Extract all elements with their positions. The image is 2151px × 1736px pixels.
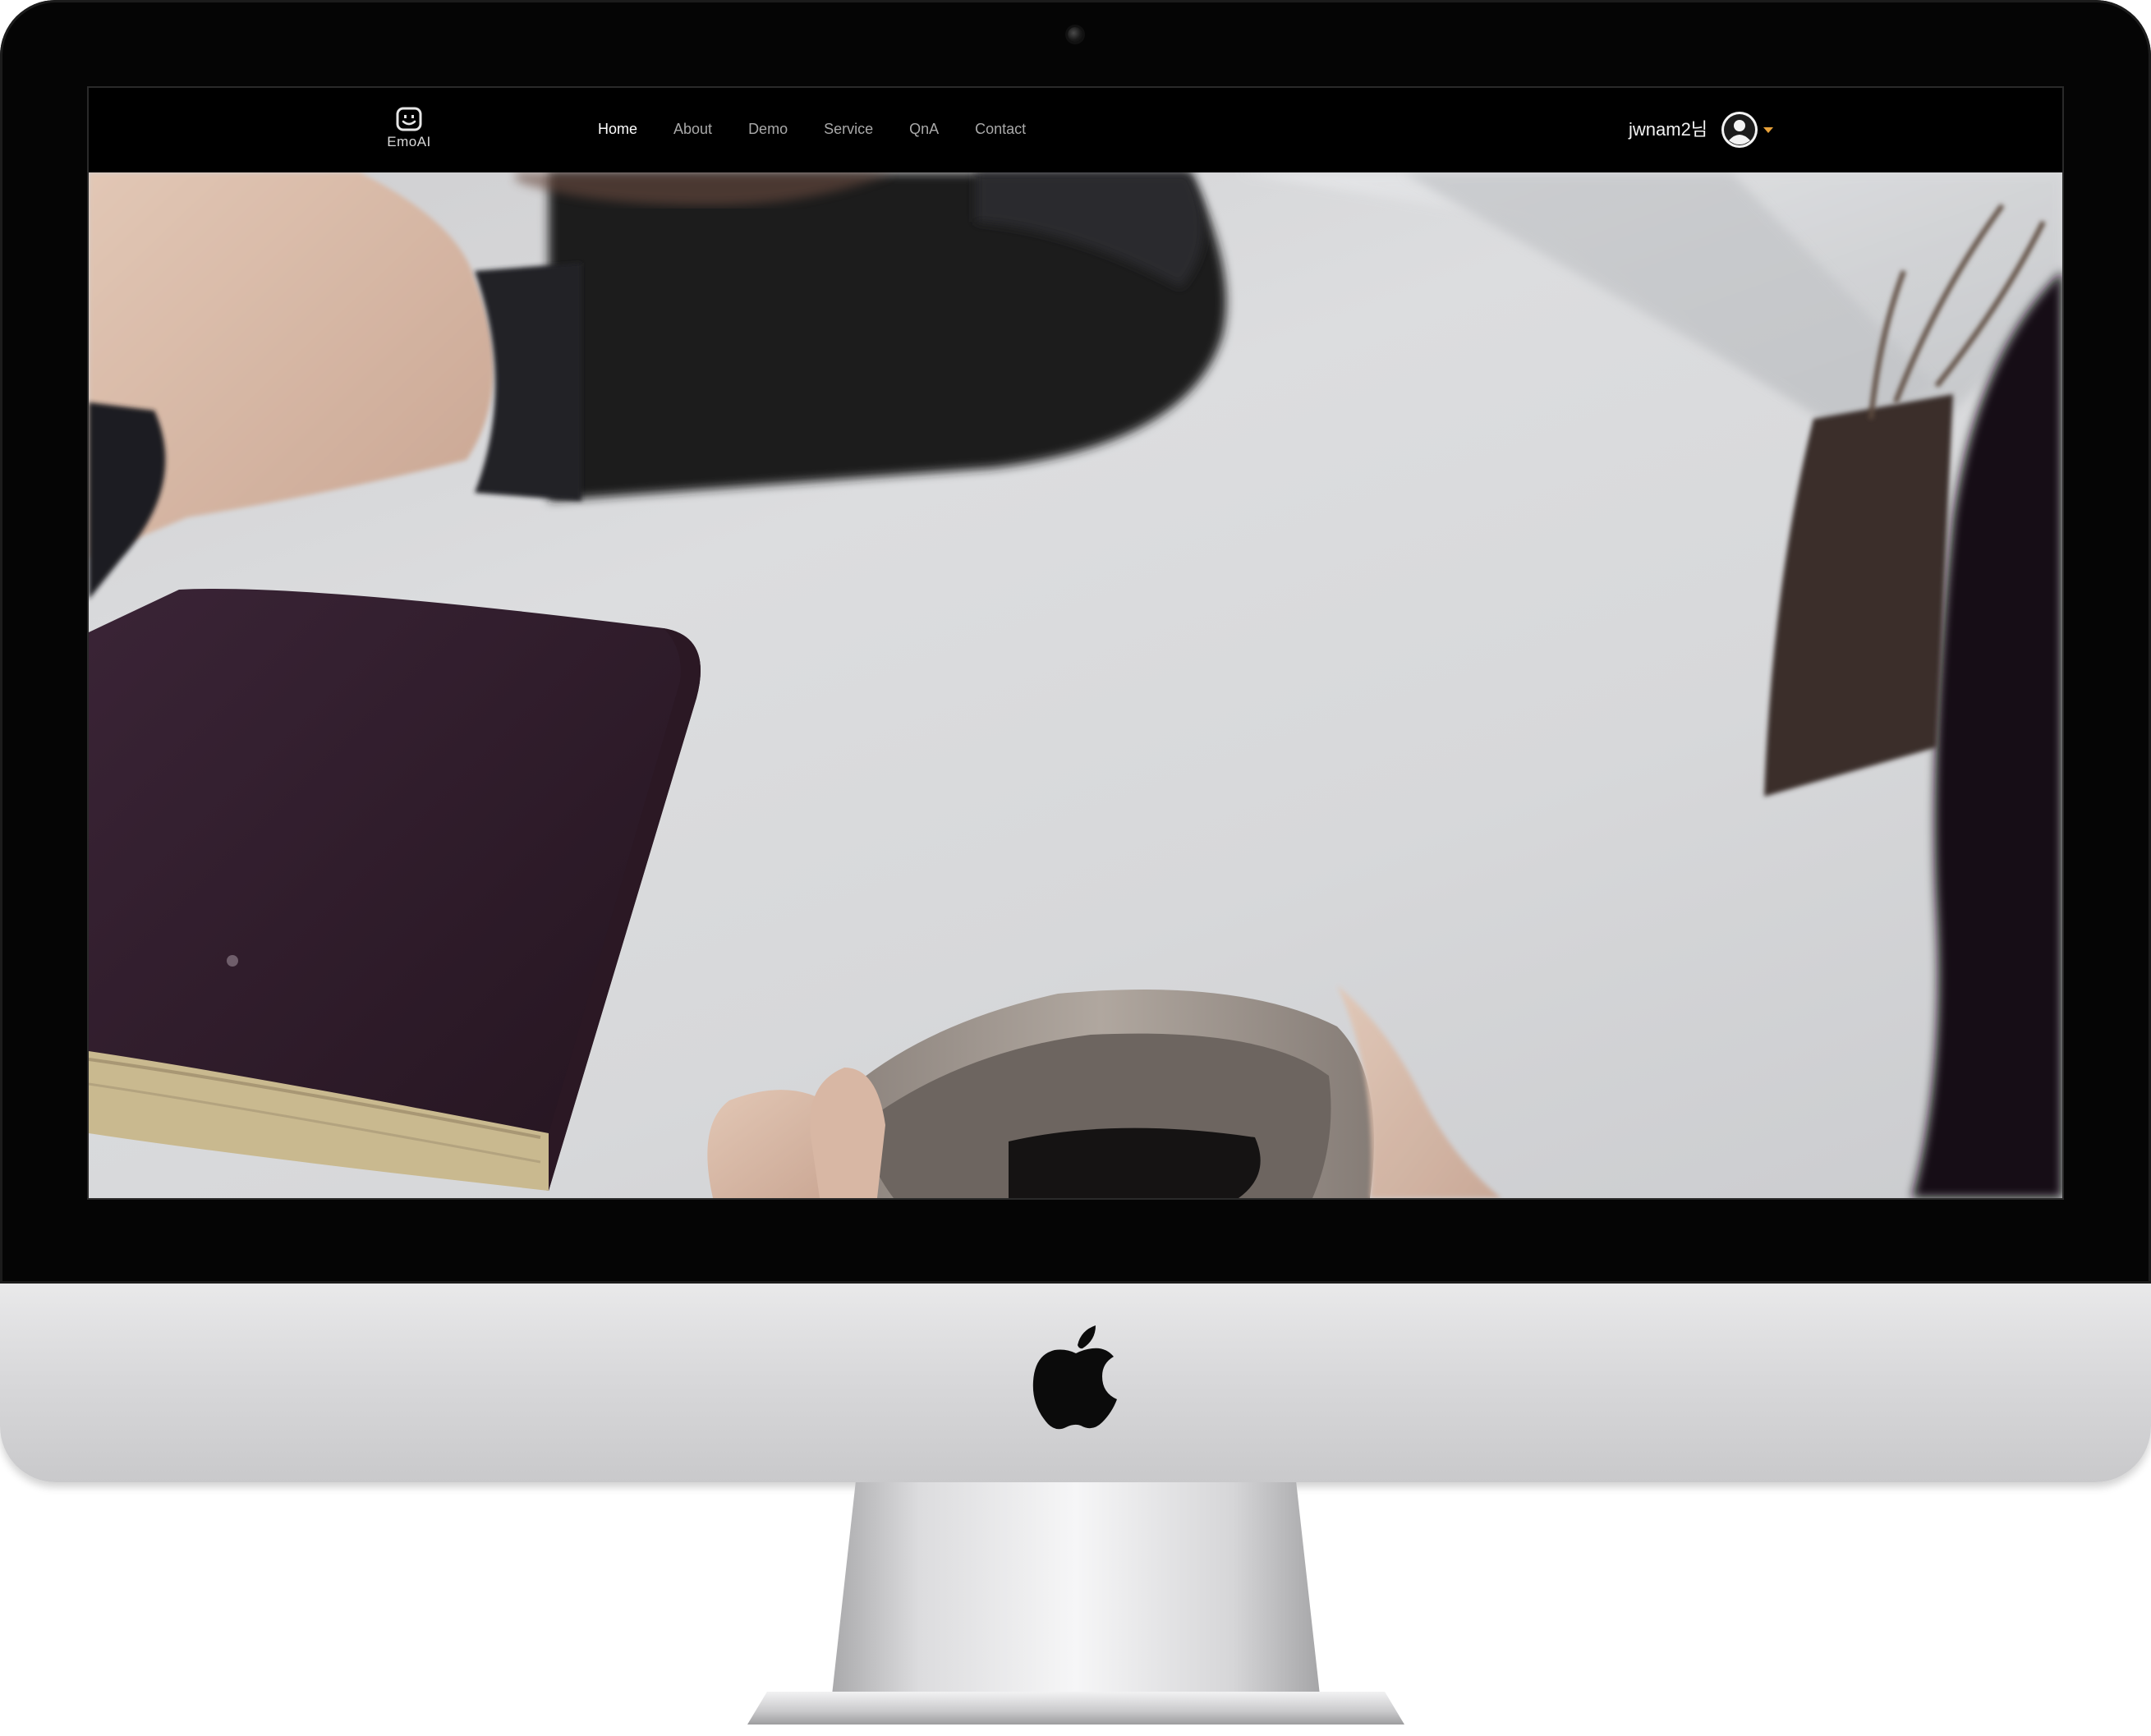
monitor-stand [831, 1482, 1321, 1702]
hero-photo [89, 172, 2062, 1198]
imac-mockup: EmoAI Home About Demo Service QnA Contac… [0, 0, 2151, 1736]
user-name: jwnam2님 [1629, 119, 1708, 140]
apple-logo-icon [1032, 1325, 1117, 1430]
nav-about[interactable]: About [673, 119, 712, 139]
monitor-stand-base [747, 1692, 1404, 1725]
nav-demo[interactable]: Demo [748, 119, 788, 139]
user-menu[interactable]: jwnam2님 [1629, 110, 1774, 149]
monitor-bezel: EmoAI Home About Demo Service QnA Contac… [0, 0, 2151, 1284]
monitor-chin [0, 1284, 2151, 1482]
nav-contact[interactable]: Contact [975, 119, 1026, 139]
navbar: EmoAI Home About Demo Service QnA Contac… [89, 88, 2062, 172]
nav-qna[interactable]: QnA [909, 119, 939, 139]
caret-down-icon[interactable] [1763, 126, 1774, 133]
main-nav: Home About Demo Service QnA Contact [598, 119, 1062, 139]
camera-icon [1068, 27, 1082, 42]
nav-home[interactable]: Home [598, 119, 637, 139]
brand-logo[interactable]: EmoAI [376, 106, 442, 150]
user-avatar-icon[interactable] [1721, 111, 1758, 149]
brand-name: EmoAI [387, 134, 431, 149]
smiley-box-icon [396, 107, 422, 131]
browser-screen: EmoAI Home About Demo Service QnA Contac… [87, 86, 2064, 1200]
hero-image [89, 172, 2062, 1198]
nav-service[interactable]: Service [824, 119, 873, 139]
